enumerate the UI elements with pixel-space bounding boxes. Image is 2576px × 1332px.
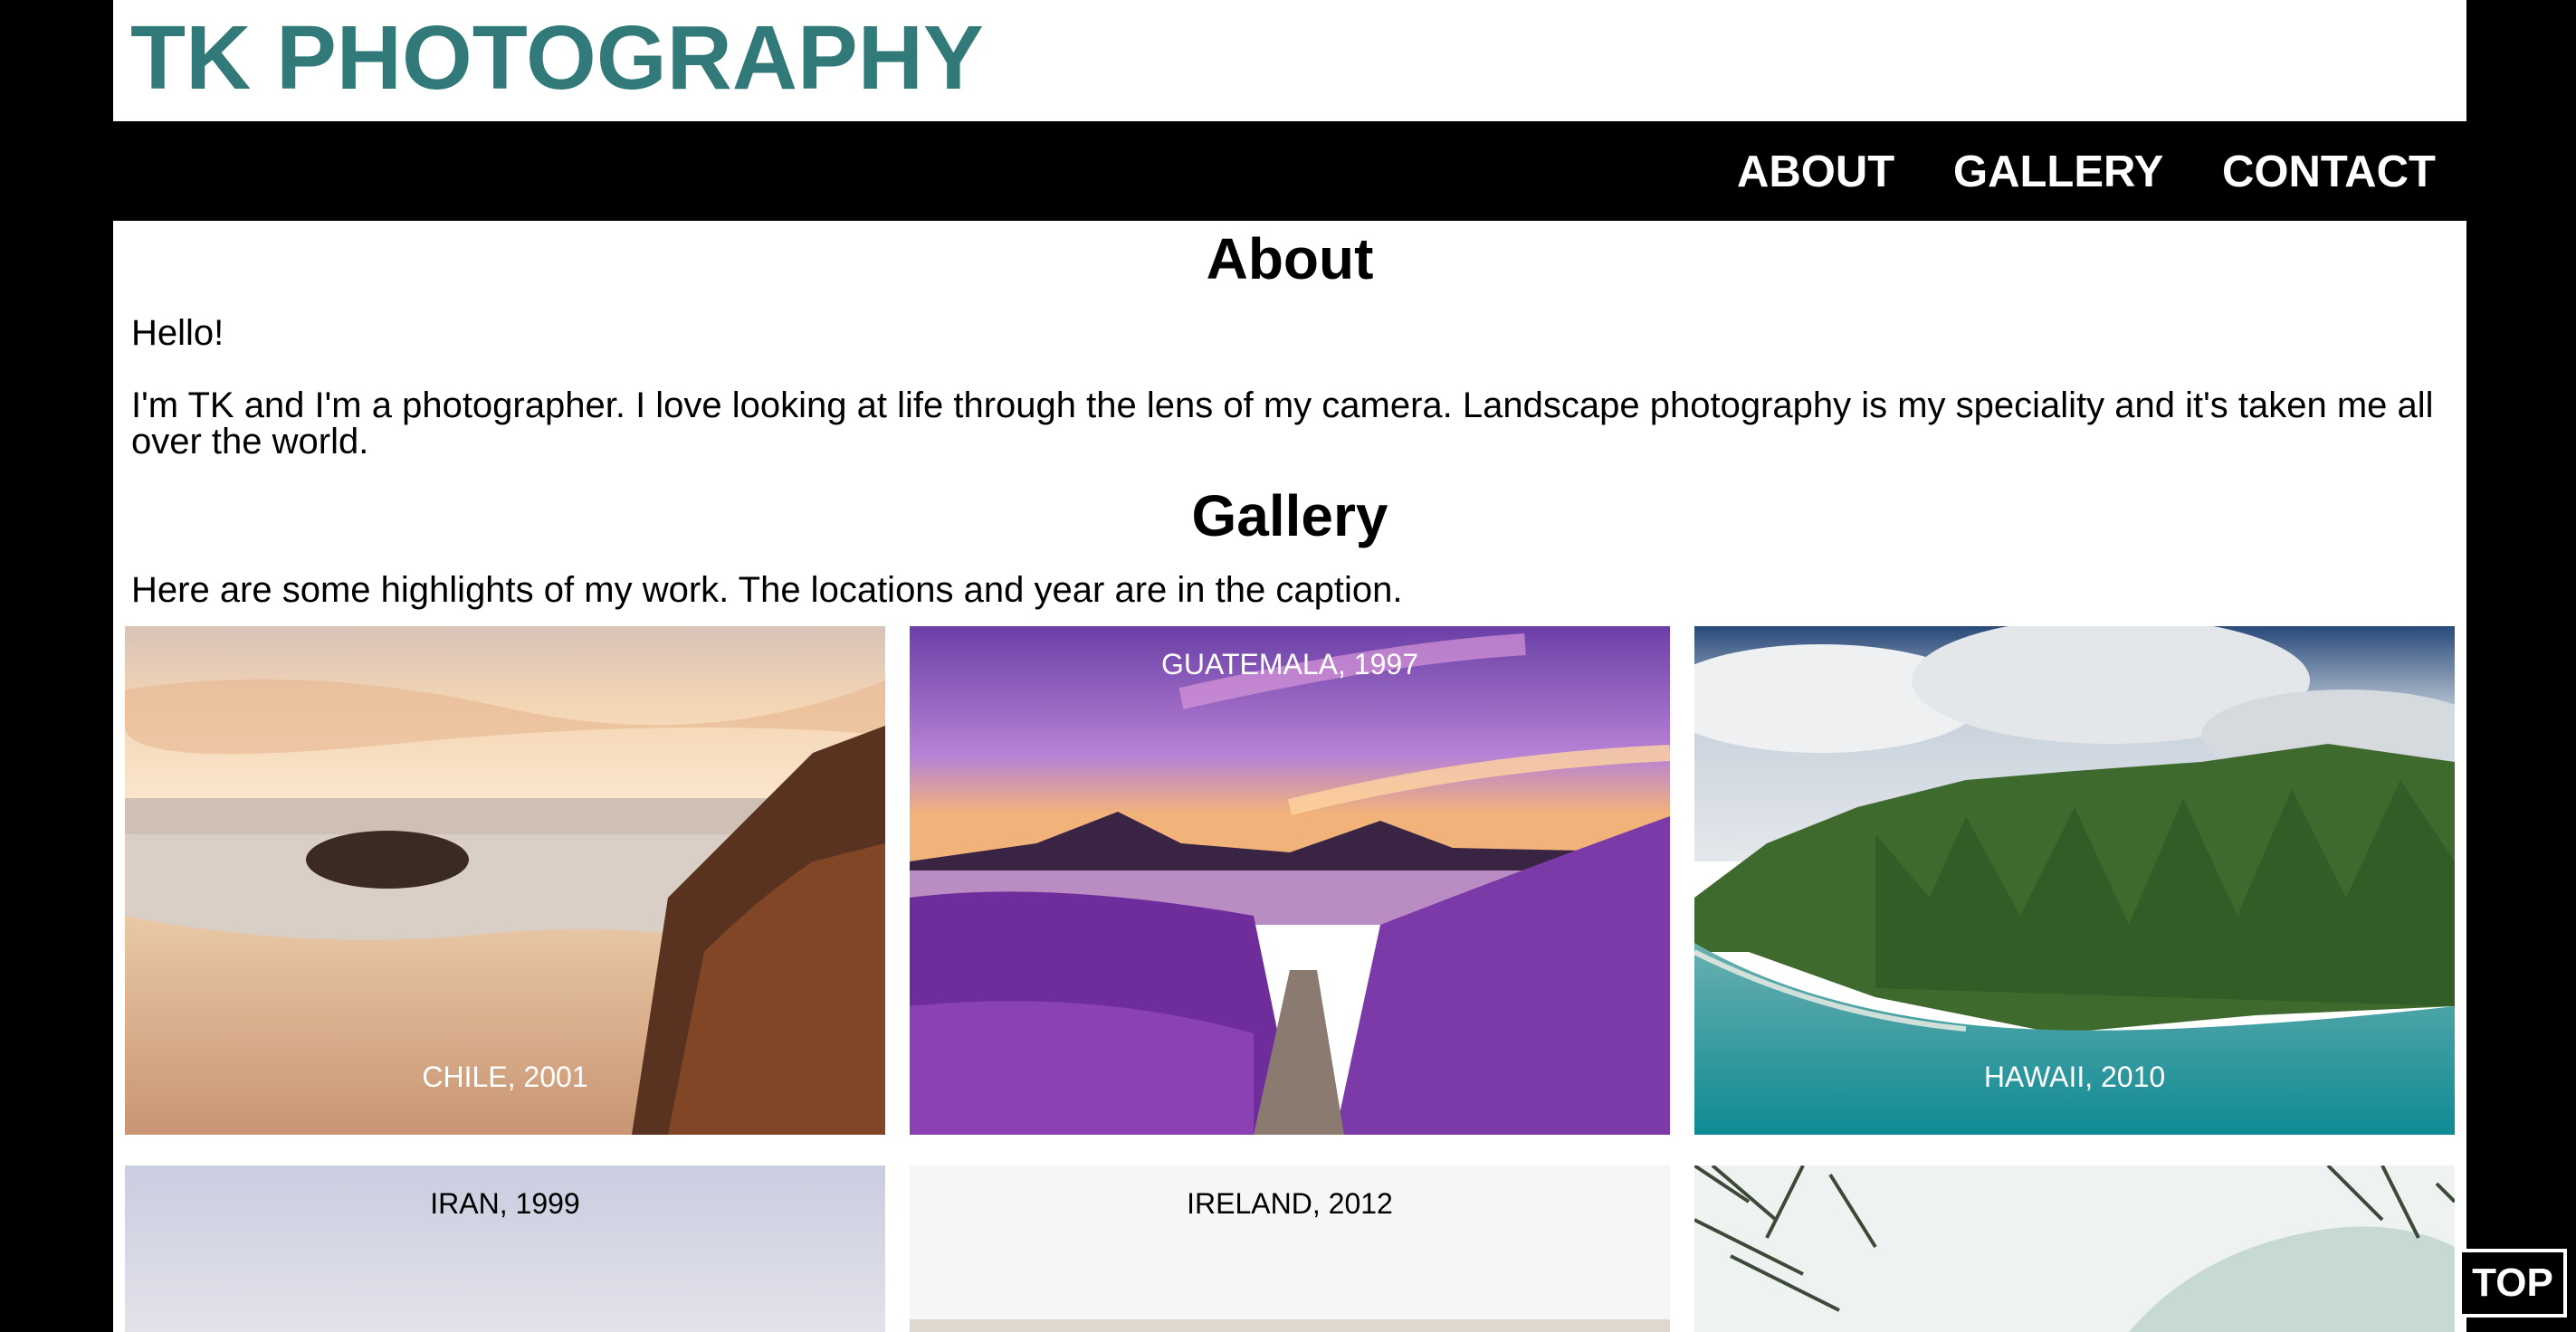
gallery-photo-iran[interactable]: IRAN, 1999 [125, 1166, 885, 1332]
photo-caption: HAWAII, 2010 [1983, 1061, 2166, 1093]
gallery-photo-ireland[interactable]: IRELAND, 2012 [910, 1166, 1670, 1332]
nav-link-about[interactable]: ABOUT [1737, 147, 1894, 197]
page-container: TK PHOTOGRAPHY ABOUT GALLERY CONTACT Abo… [113, 0, 2466, 1332]
photo-caption: IRAN, 1999 [430, 1187, 580, 1220]
photo-caption: GUATEMALA, 1997 [1161, 648, 1418, 680]
gallery-intro: Here are some highlights of my work. The… [131, 570, 1403, 610]
about-bio: I'm TK and I'm a photographer. I love lo… [131, 385, 2434, 461]
back-to-top-button[interactable]: TOP [2458, 1249, 2567, 1318]
coastal-mountains-image [1694, 626, 2455, 1135]
photo-caption: CHILE, 2001 [422, 1061, 588, 1093]
beach-sunset-image [125, 626, 885, 1135]
misty-trees-image [1694, 1166, 2455, 1332]
site-brand-title[interactable]: TK PHOTOGRAPHY [130, 7, 984, 109]
gallery-photo-hawaii[interactable]: HAWAII, 2010 [1694, 626, 2455, 1135]
about-greeting: Hello! [131, 313, 224, 353]
gallery-photo-chile[interactable]: CHILE, 2001 [125, 626, 885, 1135]
lake-sunset-image [910, 626, 1670, 1135]
gallery-photo-guatemala[interactable]: GUATEMALA, 1997 [910, 626, 1670, 1135]
gallery-heading: Gallery [1191, 483, 1388, 548]
site-header: TK PHOTOGRAPHY [113, 0, 2466, 121]
main-navigation: ABOUT GALLERY CONTACT [113, 121, 2466, 221]
nav-link-contact[interactable]: CONTACT [2222, 147, 2436, 197]
about-heading: About [1206, 226, 1374, 291]
nav-link-gallery[interactable]: GALLERY [1953, 147, 2163, 197]
photo-caption: IRELAND, 2012 [1187, 1187, 1393, 1220]
gallery-photo-trees[interactable] [1694, 1166, 2455, 1332]
